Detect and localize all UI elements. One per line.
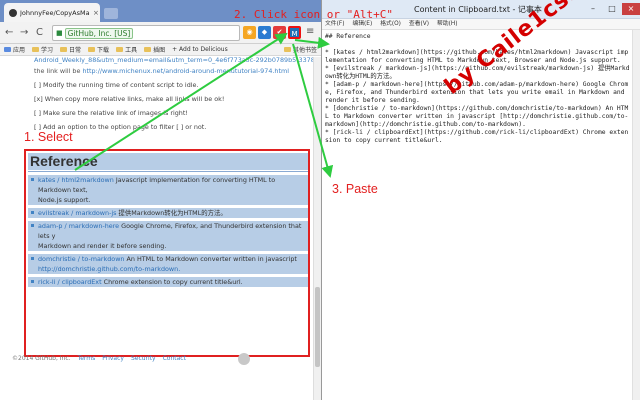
annotation-step-click-icon: 2. Click icon or "Alt+C" [234,8,393,21]
footer-link-contact[interactable]: Contact [163,355,186,362]
reference-desc-cont: Node.js support. [38,196,91,204]
page-content: Android_Weekly_88&utm_medium=email&utm_t… [0,56,315,400]
selection-highlight-box: Reference kates / html2markdown Javascri… [24,149,310,357]
tab-close-icon[interactable]: × [93,9,99,17]
bookmark-label: 学习 [41,47,54,54]
footer-copyright: ©2014 GitHub, Inc. [12,355,71,362]
minimize-button[interactable]: – [584,3,602,15]
notepad-title: Content in Clipboard.txt - 记事本 [414,5,542,14]
reference-item: rick-li / clipboardExt Chrome extension … [28,277,308,287]
page-scrollbar[interactable] [313,57,321,400]
back-button[interactable]: ← [5,27,13,39]
bookmark-apps[interactable]: 应用 [4,45,25,54]
chrome-window: JohnnyFee/CopyAsMar × ← → C ■ GitHub, In… [0,0,321,400]
maximize-button[interactable]: □ [603,3,621,15]
folder-icon [88,47,96,52]
bullet-icon [31,211,34,214]
folder-icon [283,47,291,52]
heading-rule [28,171,308,172]
reference-item: evilstreak / markdown-js 提供Markdown转化为HT… [28,208,308,218]
github-favicon-icon [9,8,17,17]
task-list-item: [x] When copy more relative links, make … [34,95,225,103]
bookmark-label: 日常 [69,47,82,54]
extension-blue-icon[interactable]: ◆ [258,26,271,39]
reference-link[interactable]: adam-p / markdown-here [38,222,119,230]
apps-grid-icon [4,47,11,52]
reference-link[interactable]: kates / html2markdown [38,176,114,184]
bullet-icon [31,178,34,181]
browser-toolbar: ← → C ■ GitHub, Inc. [US] ◉ ◆ ✔ M ≡ [0,22,321,44]
reference-desc: An HTML to Markdown converter written in… [124,255,297,263]
github-octocat-icon[interactable] [238,353,250,365]
secure-origin-label: GitHub, Inc. [US] [64,27,134,39]
reference-desc: Chrome extension to copy current title&u… [101,278,243,286]
menu-view[interactable]: 查看(V) [409,19,429,29]
address-bar[interactable]: ■ GitHub, Inc. [US] [52,25,240,41]
bookmark-label: 插图 [153,47,166,54]
reload-button[interactable]: C [36,27,43,39]
bookmark-folder-study[interactable]: 学习 [32,45,53,54]
bookmark-label: 应用 [13,47,26,54]
reference-item: domchristie / to-markdown An HTML to Mar… [28,254,308,274]
browser-tab[interactable]: JohnnyFee/CopyAsMar × [4,3,100,22]
bookmark-label: + Add to Delicious [172,46,228,53]
task-list-item: [ ] Modify the running time of content s… [34,81,199,89]
bullet-icon [31,257,34,260]
reference-heading: Reference [28,153,308,170]
tab-title: JohnnyFee/CopyAsMar [20,8,90,17]
copy-as-markdown-extension-icon[interactable]: M [288,26,301,39]
github-footer: ©2014 GitHub, Inc. Terms Privacy Securit… [12,355,186,362]
chrome-menu-icon[interactable]: ≡ [306,26,314,37]
reference-item: kates / html2markdown Javascript impleme… [28,175,308,205]
page-text-prefix: the link will be [34,67,83,75]
bookmark-label: 工具 [125,47,138,54]
folder-icon [116,47,124,52]
bookmark-folder-illustration[interactable]: 插图 [144,45,165,54]
forward-button[interactable]: → [20,27,28,39]
reference-desc: 提供Markdown转化为HTML的方法。 [116,209,227,217]
notepad-scrollbar[interactable] [632,30,640,400]
reference-link[interactable]: evilstreak / markdown-js [38,209,116,217]
folder-icon [144,47,152,52]
reference-list: kates / html2markdown Javascript impleme… [28,175,308,290]
reference-desc-cont[interactable]: http://domchristie.github.com/to-markdow… [38,264,308,274]
page-text-line: the link will be http://www.michenux.net… [34,67,289,75]
footer-link-security[interactable]: Security [131,355,156,362]
bookmark-add-to-delicious[interactable]: + Add to Delicious [172,46,228,53]
footer-link-terms[interactable]: Terms [78,355,96,362]
reference-link[interactable]: rick-li / clipboardExt [38,278,102,286]
bookmark-folder-daily[interactable]: 日常 [60,45,81,54]
close-button[interactable]: × [622,3,640,15]
folder-icon [32,47,40,52]
extension-pocket-icon[interactable]: ✔ [273,26,286,39]
bookmark-folder-download[interactable]: 下载 [88,45,109,54]
page-link[interactable]: http://www.michenux.net/android-around-m… [82,67,289,75]
footer-link-privacy[interactable]: Privacy [102,355,124,362]
lock-icon: ■ [56,29,63,37]
scroll-thumb[interactable] [315,287,320,367]
reference-link[interactable]: domchristie / to-markdown [38,255,124,263]
new-tab-button[interactable] [104,8,118,19]
page-link-line[interactable]: Android_Weekly_88&utm_medium=email&utm_t… [34,56,315,64]
task-list-item: [ ] Make sure the relative link of image… [34,109,188,117]
annotation-step-paste: 3. Paste [332,182,378,196]
bookmark-other[interactable]: 其他书签 [283,45,321,54]
notepad-text-area[interactable]: ## Reference * [kates / html2markdown](h… [325,33,631,395]
folder-icon [60,47,68,52]
reference-item: adam-p / markdown-here Google Chrome, Fi… [28,221,308,251]
bullet-icon [31,224,34,227]
reference-desc-cont: Markdown and render it before sending. [38,242,167,250]
bookmark-label: 其他书签 [292,47,317,54]
menu-help[interactable]: 帮助(H) [437,19,457,29]
extension-rss-icon[interactable]: ◉ [243,26,256,39]
bookmark-label: 下载 [97,47,110,54]
bookmark-folder-tools[interactable]: 工具 [116,45,137,54]
bookmarks-bar: 应用 学习 日常 下载 工具 插图 + Add to Delicious 其他书… [0,44,321,56]
annotation-step-select: 1. Select [24,130,73,144]
bullet-icon [31,280,34,283]
